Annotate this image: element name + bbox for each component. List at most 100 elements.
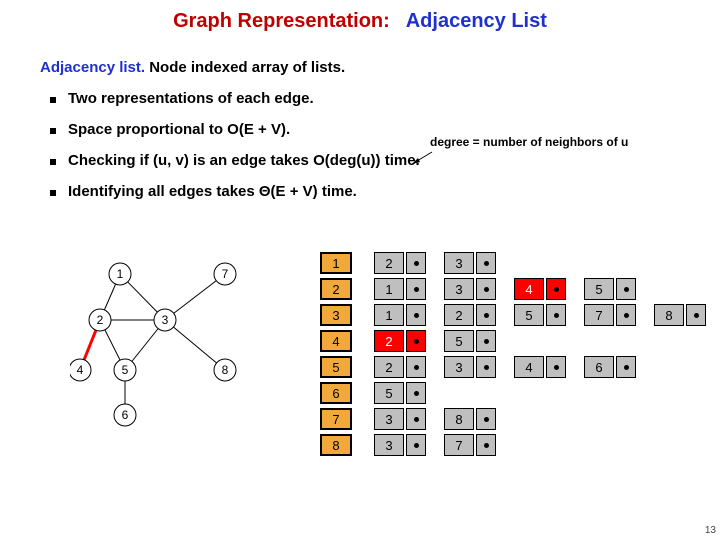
adj-value-cell: 1 <box>374 278 404 300</box>
degree-annotation: degree = number of neighbors of u <box>430 135 628 149</box>
adj-row: 73 8 <box>320 406 720 432</box>
graph-diagram: 1 2 3 4 5 6 7 8 <box>70 260 270 440</box>
adj-pointer-cell <box>616 278 636 300</box>
graph-node-label: 5 <box>122 363 129 377</box>
adj-value-cell: 5 <box>584 278 614 300</box>
dot-icon <box>414 443 419 448</box>
dot-icon <box>554 313 559 318</box>
dot-icon <box>414 365 419 370</box>
adj-pointer-cell <box>476 356 496 378</box>
adj-value-cell: 2 <box>374 356 404 378</box>
adj-row: 31 2 5 7 8 <box>320 302 720 328</box>
subtitle: Adjacency list. Node indexed array of li… <box>40 59 720 76</box>
adj-pointer-cell <box>406 434 426 456</box>
adj-value-cell: 4 <box>514 278 544 300</box>
dot-icon <box>624 287 629 292</box>
subtitle-lead: Adjacency list. <box>40 59 145 76</box>
adj-pointer-cell <box>546 278 566 300</box>
adj-value-cell: 6 <box>584 356 614 378</box>
adj-value-cell: 7 <box>584 304 614 326</box>
adj-row: 21 3 4 5 <box>320 276 720 302</box>
adj-value-cell: 7 <box>444 434 474 456</box>
graph-node-label: 2 <box>97 313 104 327</box>
adj-value-cell: 5 <box>444 330 474 352</box>
dot-icon <box>484 287 489 292</box>
dot-icon <box>414 417 419 422</box>
dot-icon <box>624 365 629 370</box>
adj-value-cell: 5 <box>514 304 544 326</box>
adj-value-cell: 3 <box>374 434 404 456</box>
adj-value-cell: 4 <box>514 356 544 378</box>
bullet-item: Checking if (u, v) is an edge takes O(de… <box>50 152 720 169</box>
adj-index-cell: 7 <box>320 408 352 430</box>
dot-icon <box>694 313 699 318</box>
graph-node-label: 4 <box>77 363 84 377</box>
graph-node-label: 3 <box>162 313 169 327</box>
dot-icon <box>554 287 559 292</box>
dot-icon <box>484 417 489 422</box>
adj-pointer-cell <box>406 304 426 326</box>
adj-row: 52 3 4 6 <box>320 354 720 380</box>
adj-row: 65 <box>320 380 720 406</box>
adj-index-cell: 4 <box>320 330 352 352</box>
dot-icon <box>484 443 489 448</box>
adj-value-cell: 5 <box>374 382 404 404</box>
adjacency-list-table: 123213453125784255234665738837 <box>320 250 720 458</box>
adj-pointer-cell <box>476 252 496 274</box>
adj-index-cell: 1 <box>320 252 352 274</box>
adj-value-cell: 8 <box>654 304 684 326</box>
adj-pointer-cell <box>406 408 426 430</box>
slide-title: Graph Representation: Adjacency List <box>0 0 720 33</box>
dot-icon <box>414 391 419 396</box>
bullet-item: Identifying all edges takes Θ(E + V) tim… <box>50 183 720 200</box>
adj-index-cell: 2 <box>320 278 352 300</box>
adj-pointer-cell <box>686 304 706 326</box>
graph-node-label: 1 <box>117 267 124 281</box>
adj-pointer-cell <box>476 304 496 326</box>
dot-icon <box>414 339 419 344</box>
dot-icon <box>484 313 489 318</box>
adj-pointer-cell <box>476 434 496 456</box>
adj-row: 83 7 <box>320 432 720 458</box>
adj-index-cell: 5 <box>320 356 352 378</box>
graph-node-label: 6 <box>122 408 129 422</box>
adj-row: 123 <box>320 250 720 276</box>
title-part1: Graph Representation: <box>173 10 390 32</box>
adj-value-cell: 2 <box>444 304 474 326</box>
dot-icon <box>414 287 419 292</box>
adj-value-cell: 3 <box>444 252 474 274</box>
adj-pointer-cell <box>406 356 426 378</box>
adj-index-cell: 6 <box>320 382 352 404</box>
adj-value-cell: 8 <box>444 408 474 430</box>
dot-icon <box>484 261 489 266</box>
adj-value-cell: 3 <box>374 408 404 430</box>
adj-index-cell: 8 <box>320 434 352 456</box>
graph-edge <box>165 320 225 370</box>
adj-pointer-cell <box>546 304 566 326</box>
adj-index-cell: 3 <box>320 304 352 326</box>
adj-value-cell: 3 <box>444 278 474 300</box>
dot-icon <box>624 313 629 318</box>
adj-pointer-cell <box>406 252 426 274</box>
graph-node-label: 7 <box>222 267 229 281</box>
page-number: 13 <box>705 525 716 536</box>
adj-value-cell: 2 <box>374 330 404 352</box>
dot-icon <box>414 261 419 266</box>
adj-pointer-cell <box>406 330 426 352</box>
adj-pointer-cell <box>406 278 426 300</box>
bullet-item: Two representations of each edge. <box>50 90 720 107</box>
adj-pointer-cell <box>616 356 636 378</box>
adj-pointer-cell <box>476 330 496 352</box>
graph-node-label: 8 <box>222 363 229 377</box>
dot-icon <box>414 313 419 318</box>
adj-value-cell: 1 <box>374 304 404 326</box>
subtitle-rest: Node indexed array of lists. <box>149 59 345 76</box>
adj-value-cell: 3 <box>444 356 474 378</box>
dot-icon <box>484 365 489 370</box>
dot-icon <box>484 339 489 344</box>
adj-pointer-cell <box>476 278 496 300</box>
title-part2: Adjacency List <box>406 10 547 32</box>
adj-pointer-cell <box>406 382 426 404</box>
dot-icon <box>554 365 559 370</box>
adj-pointer-cell <box>616 304 636 326</box>
